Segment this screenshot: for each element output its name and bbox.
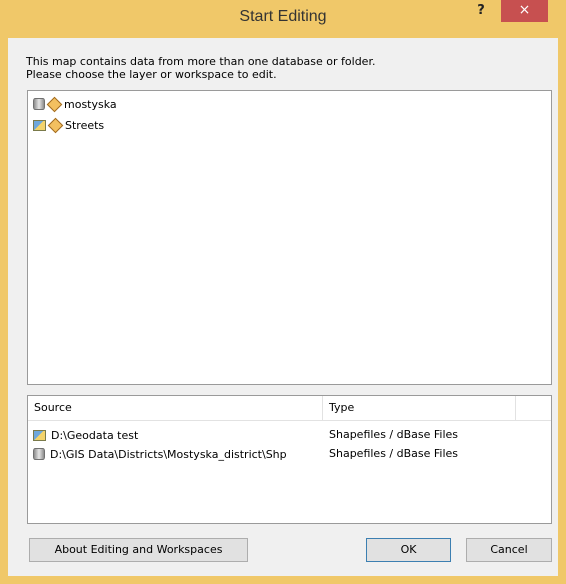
folder-icon [33, 429, 46, 441]
title-bar: Start Editing ? × [0, 0, 566, 38]
ok-button[interactable]: OK [366, 538, 451, 562]
column-header-type[interactable]: Type [323, 396, 516, 420]
instruction-text: This map contains data from more than on… [26, 55, 375, 81]
help-button[interactable]: ? [461, 0, 501, 22]
layer-label: mostyska [64, 97, 117, 111]
close-icon: × [518, 2, 531, 18]
instruction-line-2: Please choose the layer or workspace to … [26, 68, 277, 81]
database-icon [33, 98, 45, 110]
layer-item-streets[interactable]: Streets [33, 116, 104, 134]
layer-label: Streets [65, 118, 105, 132]
header-divider [28, 420, 551, 421]
layer-icon [48, 118, 62, 132]
layer-list[interactable]: mostyska Streets [27, 90, 552, 385]
layer-icon [47, 97, 61, 111]
source-row[interactable]: D:\Geodata test [33, 427, 138, 443]
close-button[interactable]: × [501, 0, 548, 22]
instruction-line-1: This map contains data from more than on… [26, 55, 376, 68]
source-type: Shapefiles / dBase Files [329, 428, 459, 441]
database-icon [33, 448, 45, 460]
dialog-body: This map contains data from more than on… [8, 38, 558, 576]
column-header-source[interactable]: Source [28, 396, 323, 420]
cancel-button[interactable]: Cancel [466, 538, 552, 562]
folder-icon [33, 119, 46, 131]
source-path: D:\GIS Data\Districts\Mostyska_district\… [50, 447, 287, 461]
about-editing-button[interactable]: About Editing and Workspaces [29, 538, 248, 562]
source-type: Shapefiles / dBase Files [329, 447, 459, 460]
source-list[interactable]: Source Type D:\Geodata test Shapefiles /… [27, 395, 552, 524]
layer-item-mostyska[interactable]: mostyska [33, 95, 117, 113]
source-row[interactable]: D:\GIS Data\Districts\Mostyska_district\… [33, 446, 287, 462]
start-editing-dialog: Start Editing ? × This map contains data… [0, 0, 566, 584]
source-path: D:\Geodata test [51, 428, 139, 442]
